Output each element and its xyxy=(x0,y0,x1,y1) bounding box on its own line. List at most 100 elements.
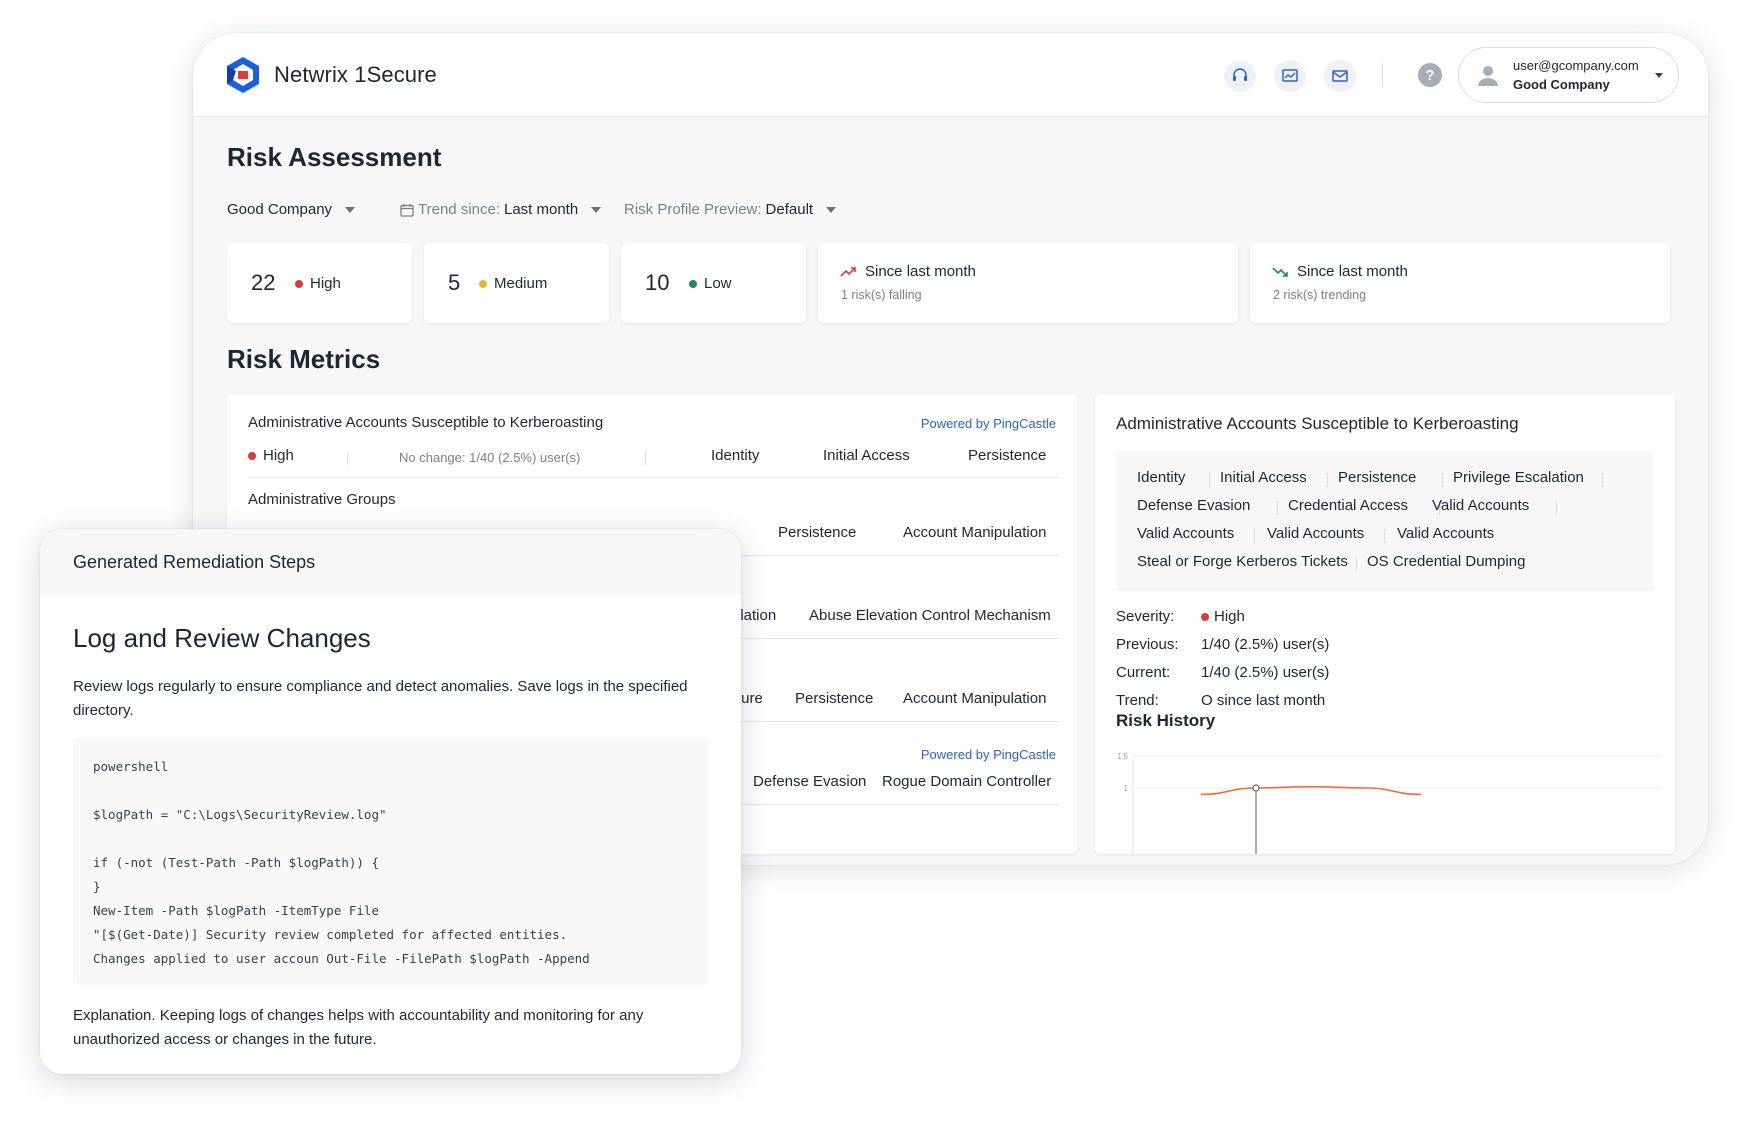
severity-dot-icon xyxy=(248,451,256,460)
tactic-tag: Abuse Elevation Control Mechanism xyxy=(809,607,1051,624)
divider xyxy=(1356,557,1357,571)
powered-by-link[interactable]: Powered by PingCastle xyxy=(921,747,1056,762)
code-line: if (-not (Test-Path -Path $logPath)) { xyxy=(93,855,379,870)
metric-title[interactable]: Administrative Accounts Susceptible to K… xyxy=(248,414,603,431)
risk-history-chart: 1.51 xyxy=(1117,752,1661,854)
powered-by-link[interactable]: Powered by PingCastle xyxy=(921,416,1056,431)
current-value: 1/40 (2.5%) user(s) xyxy=(1201,664,1330,681)
page-title: Risk Assessment xyxy=(227,142,442,172)
trend-down-icon xyxy=(1272,267,1288,277)
stat-card-low[interactable]: 10 Low xyxy=(621,243,806,323)
tactic-chip: Identity xyxy=(1137,469,1186,486)
divider xyxy=(1384,529,1385,543)
reports-icon[interactable] xyxy=(1274,60,1306,92)
section-title: Risk Metrics xyxy=(227,344,381,374)
trend-up-icon xyxy=(840,267,856,277)
stat-label: High xyxy=(295,275,341,292)
mail-icon[interactable] xyxy=(1324,60,1356,92)
chevron-down-icon xyxy=(591,206,602,213)
metric-title[interactable]: Administrative Groups xyxy=(248,491,396,508)
divider xyxy=(1277,501,1278,515)
code-line: powershell xyxy=(93,759,169,774)
stat-label-text: High xyxy=(310,275,341,292)
organization-value: Good Company xyxy=(227,201,333,218)
y-tick-label: 1.5 xyxy=(1117,752,1129,761)
trend-title: Since last month xyxy=(865,263,976,280)
user-menu[interactable]: user@gcompany.com Good Company xyxy=(1458,47,1679,103)
code-line: "[$(Get-Date)] Security review completed… xyxy=(93,927,568,942)
risk-profile-select[interactable]: Risk Profile Preview: Default xyxy=(624,201,837,218)
stat-count: 22 xyxy=(251,270,276,295)
divider xyxy=(347,451,348,465)
chevron-down-icon xyxy=(345,206,356,213)
code-line: Changes applied to user accoun Out-File … xyxy=(93,951,590,966)
topbar-divider xyxy=(1382,63,1383,87)
stat-card-medium[interactable]: 5 Medium xyxy=(424,243,609,323)
change-text: No change: 1/40 (2.5%) user(s) xyxy=(399,450,581,465)
divider xyxy=(1209,473,1210,487)
previous-key: Previous: xyxy=(1116,636,1179,653)
trend-key: Trend: xyxy=(1116,692,1159,709)
trend-title: Since last month xyxy=(1297,263,1408,280)
remediation-header-title: Generated Remediation Steps xyxy=(73,552,316,572)
divider xyxy=(1602,473,1603,487)
severity-badge: High xyxy=(248,447,294,464)
severity-dot-icon xyxy=(295,279,303,288)
tactic-chip: OS Credential Dumping xyxy=(1367,553,1526,570)
tactic-tag: Account Manipulation xyxy=(903,524,1047,541)
previous-value: 1/40 (2.5%) user(s) xyxy=(1201,636,1330,653)
trend-card-trending[interactable]: Since last month 2 risk(s) trending xyxy=(1250,243,1670,323)
tactic-tag: Persistence xyxy=(968,447,1047,464)
netwrix-logo-icon[interactable] xyxy=(224,56,262,94)
avatar-icon xyxy=(1478,66,1498,86)
tactic-chip: Privilege Escalation xyxy=(1453,469,1584,486)
user-email: user@gcompany.com xyxy=(1513,58,1639,73)
row-divider xyxy=(248,477,1059,478)
trend-value: Last month xyxy=(503,201,579,218)
code-line: New-Item -Path $logPath -ItemType File xyxy=(93,903,379,918)
divider xyxy=(1556,501,1557,515)
organization-select[interactable]: Good Company xyxy=(227,201,356,218)
detail-title: Administrative Accounts Susceptible to K… xyxy=(1116,414,1519,433)
code-line: $logPath = "C:\Logs\SecurityReview.log" xyxy=(93,807,387,822)
remediation-explanation: Explanation. Keeping logs of changes hel… xyxy=(73,1007,644,1048)
stat-count: 10 xyxy=(645,270,670,295)
y-tick-label: 1 xyxy=(1124,784,1129,793)
code-block[interactable]: powershell $logPath = "C:\Logs\SecurityR… xyxy=(73,738,708,985)
remediation-description: Review logs regularly to ensure complian… xyxy=(73,678,688,719)
tactic-tag: Defense Evasion xyxy=(753,773,867,790)
stat-label-text: Low xyxy=(704,275,732,292)
risk-profile-label: Risk Profile Preview: xyxy=(624,201,762,218)
help-icon[interactable]: ? xyxy=(1418,63,1442,87)
divider xyxy=(1442,473,1443,487)
app-title: Netwrix 1Secure xyxy=(274,62,437,87)
risk-detail-panel: Administrative Accounts Susceptible to K… xyxy=(1095,394,1675,854)
tactic-chip: Initial Access xyxy=(1220,469,1307,486)
chevron-down-icon[interactable] xyxy=(1655,73,1663,78)
data-point[interactable] xyxy=(1252,784,1260,792)
trend-card-falling[interactable]: Since last month 1 risk(s) falling xyxy=(818,243,1238,323)
trend-label: Trend since: xyxy=(418,201,500,218)
remediation-panel: Generated Remediation Steps Log and Revi… xyxy=(40,529,741,1074)
trend-select[interactable]: Trend since: Last month xyxy=(400,201,602,218)
current-key: Current: xyxy=(1116,664,1171,681)
risk-history-title: Risk History xyxy=(1116,711,1216,730)
tactic-chip: Valid Accounts xyxy=(1137,525,1235,542)
calendar-icon xyxy=(400,203,414,217)
remediation-title: Log and Review Changes xyxy=(73,623,371,653)
severity-dot-icon xyxy=(479,279,487,288)
user-company: Good Company xyxy=(1513,77,1610,92)
tactics-tags: Identity Initial Access Persistence Priv… xyxy=(1116,451,1654,591)
tactic-chip: Persistence xyxy=(1338,469,1417,486)
risk-profile-value: Default xyxy=(765,201,814,218)
tactic-tag: Initial Access xyxy=(823,447,910,464)
support-icon[interactable] xyxy=(1224,60,1256,92)
severity-dot-icon xyxy=(689,279,697,288)
tactic-tag: Identity xyxy=(711,447,760,464)
code-line: } xyxy=(93,879,101,894)
stat-label: Low xyxy=(689,275,732,292)
severity-key: Severity: xyxy=(1116,608,1175,625)
tactic-tag: Persistence xyxy=(778,524,857,541)
stat-card-high[interactable]: 22 High xyxy=(227,243,412,323)
divider xyxy=(1327,473,1328,487)
